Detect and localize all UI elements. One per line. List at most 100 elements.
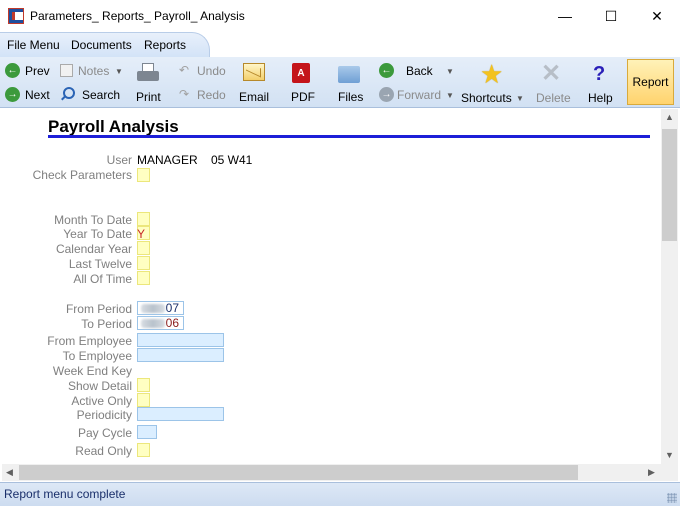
- pdf-icon[interactable]: A: [292, 63, 310, 83]
- menu-reports[interactable]: Reports: [144, 38, 186, 52]
- question-icon[interactable]: ?: [593, 64, 605, 84]
- year-to-date-value: Y: [137, 227, 146, 241]
- title-bar: Parameters_ Reports_ Payroll_ Analysis —…: [0, 0, 680, 32]
- active-only-field[interactable]: [137, 393, 150, 407]
- forward-arrow-icon[interactable]: →: [379, 87, 394, 102]
- delete-button[interactable]: Delete: [536, 91, 571, 105]
- last-twelve-field[interactable]: [137, 256, 150, 270]
- last-twelve-label: Last Twelve: [68, 257, 132, 271]
- check-parameters-label: Check Parameters: [32, 168, 132, 182]
- calendar-year-field[interactable]: [137, 241, 150, 255]
- scroll-right-icon[interactable]: ▶: [648, 467, 655, 478]
- show-detail-label: Show Detail: [67, 379, 132, 393]
- arrow-left-icon[interactable]: ←: [5, 63, 20, 78]
- periodicity-field[interactable]: [137, 407, 224, 421]
- notes-button[interactable]: Notes: [78, 64, 109, 78]
- vertical-scrollbar[interactable]: ▲ ▼: [661, 109, 678, 464]
- read-only-label: Read Only: [75, 444, 132, 458]
- pay-cycle-label: Pay Cycle: [77, 426, 132, 440]
- toolbar: ← Prev → Next Notes ▼ Search Print ↶ Und…: [0, 57, 680, 108]
- maximize-button[interactable]: ☐: [588, 0, 634, 32]
- title-divider: [48, 135, 650, 138]
- horizontal-scroll-thumb[interactable]: [19, 465, 578, 480]
- back-button[interactable]: Back: [406, 64, 433, 78]
- forward-dropdown-icon[interactable]: ▼: [446, 91, 454, 100]
- status-text: Report menu complete: [4, 487, 126, 501]
- show-detail-field[interactable]: [137, 378, 150, 392]
- all-of-time-label: All Of Time: [73, 272, 132, 286]
- month-to-date-field[interactable]: [137, 212, 150, 226]
- check-parameters-field[interactable]: [137, 168, 150, 182]
- to-employee-label: To Employee: [62, 349, 132, 363]
- report-parameters-panel: Payroll Analysis User MANAGER 05 W41 Che…: [2, 109, 661, 464]
- redacted-value: [141, 304, 165, 313]
- from-employee-label: From Employee: [47, 334, 132, 348]
- horizontal-scrollbar[interactable]: ◀ ▶: [2, 464, 661, 481]
- active-only-label: Active Only: [71, 394, 132, 408]
- status-bar: Report menu complete: [0, 482, 680, 506]
- arrow-right-icon[interactable]: →: [5, 87, 20, 102]
- vertical-scroll-thumb[interactable]: [662, 129, 677, 241]
- page-title: Payroll Analysis: [48, 117, 179, 136]
- resize-grip-icon[interactable]: [667, 493, 677, 503]
- email-button[interactable]: Email: [239, 90, 269, 104]
- next-button[interactable]: Next: [25, 88, 50, 102]
- search-icon[interactable]: [60, 87, 75, 101]
- redo-icon[interactable]: ↷: [179, 87, 189, 101]
- undo-icon[interactable]: ↶: [179, 63, 189, 77]
- menu-bar: File Menu Documents Reports: [0, 32, 680, 57]
- x-icon[interactable]: ✕: [541, 62, 561, 86]
- app-logo-icon: [8, 8, 24, 24]
- scroll-down-icon[interactable]: ▼: [665, 450, 674, 460]
- shortcuts-button[interactable]: Shortcuts: [461, 91, 512, 105]
- user-week: 05 W41: [211, 153, 253, 167]
- scroll-left-icon[interactable]: ◀: [6, 467, 13, 478]
- to-employee-field[interactable]: [137, 348, 224, 362]
- report-button-label: Report: [632, 75, 669, 89]
- scrollbar-corner: [661, 464, 678, 481]
- from-period-label: From Period: [65, 302, 132, 316]
- forward-button[interactable]: Forward: [397, 88, 441, 102]
- notes-icon[interactable]: [60, 64, 73, 77]
- window-title: Parameters_ Reports_ Payroll_ Analysis: [30, 9, 245, 23]
- user-value: MANAGER: [137, 153, 198, 167]
- printer-icon[interactable]: [137, 63, 159, 85]
- to-period-field[interactable]: 06: [137, 316, 184, 330]
- back-dropdown-icon[interactable]: ▼: [446, 67, 454, 76]
- notes-dropdown-icon[interactable]: ▼: [115, 67, 123, 76]
- help-button[interactable]: Help: [588, 91, 613, 105]
- to-period-value: 06: [165, 316, 179, 330]
- read-only-field[interactable]: [137, 443, 150, 457]
- shortcuts-dropdown-icon[interactable]: ▼: [516, 94, 524, 103]
- from-period-field[interactable]: 07: [137, 301, 184, 315]
- envelope-icon[interactable]: [243, 63, 265, 81]
- close-button[interactable]: ✕: [634, 0, 680, 32]
- files-button[interactable]: Files: [338, 90, 363, 104]
- menu-file[interactable]: File Menu: [7, 38, 60, 52]
- folder-icon[interactable]: [338, 66, 360, 83]
- report-button[interactable]: Report: [627, 59, 674, 105]
- star-icon[interactable]: ★: [480, 61, 503, 87]
- pdf-button[interactable]: PDF: [291, 90, 315, 104]
- print-button[interactable]: Print: [136, 90, 161, 104]
- to-period-label: To Period: [81, 317, 132, 331]
- year-to-date-label: Year To Date: [63, 227, 132, 241]
- from-period-value: 07: [165, 301, 179, 315]
- back-arrow-icon[interactable]: ←: [379, 63, 394, 78]
- user-label: User: [106, 153, 132, 167]
- pay-cycle-field[interactable]: [137, 425, 157, 439]
- calendar-year-label: Calendar Year: [55, 242, 132, 256]
- menu-documents[interactable]: Documents: [71, 38, 132, 52]
- redo-button[interactable]: Redo: [197, 88, 226, 102]
- periodicity-label: Periodicity: [76, 408, 132, 422]
- month-to-date-label: Month To Date: [54, 213, 132, 227]
- undo-button[interactable]: Undo: [197, 64, 226, 78]
- scroll-up-icon[interactable]: ▲: [665, 112, 674, 122]
- week-end-key-label: Week End Key: [52, 364, 132, 378]
- all-of-time-field[interactable]: [137, 271, 150, 285]
- from-employee-field[interactable]: [137, 333, 224, 347]
- redacted-value: [141, 319, 165, 328]
- minimize-button[interactable]: —: [542, 0, 588, 32]
- search-button[interactable]: Search: [82, 88, 120, 102]
- prev-button[interactable]: Prev: [25, 64, 50, 78]
